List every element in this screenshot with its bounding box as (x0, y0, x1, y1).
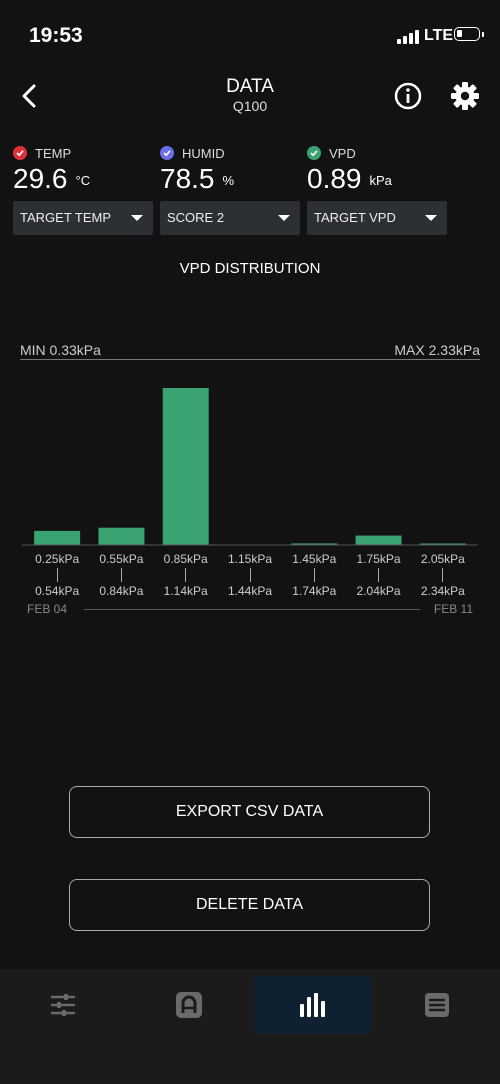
list-icon (425, 993, 449, 1017)
target-vpd-dropdown[interactable]: TARGET VPD (307, 201, 447, 235)
tab-bar (0, 970, 500, 1084)
bin-from: 1.15kPa (227, 552, 273, 566)
range-divider (20, 359, 480, 360)
bin-from: 0.85kPa (163, 552, 208, 566)
sliders-icon (50, 994, 76, 1016)
bin-tick (120, 568, 122, 582)
chart-title: VPD DISTRIBUTION (179, 260, 321, 277)
bin-tick (56, 568, 58, 582)
bin-label: 0.85kPa 1.14kPa (155, 552, 217, 598)
bin-to: 1.74kPa (292, 584, 337, 598)
check-icon (307, 146, 321, 160)
check-icon (160, 146, 174, 160)
bin-from: 1.45kPa (292, 552, 337, 566)
delete-data-button[interactable]: DELETE DATA (69, 879, 430, 931)
network-type: LTE (424, 27, 454, 44)
metric-value: 0.89 (307, 163, 362, 194)
device-name: Q100 (232, 98, 268, 114)
vpd-bar-chart (22, 388, 478, 546)
bin-tick (185, 568, 187, 582)
metric-unit: kPa (369, 173, 392, 189)
bin-label: 2.05kPa 2.34kPa (412, 552, 474, 598)
bin-from: 1.75kPa (356, 552, 401, 566)
date-start: FEB 04 (27, 602, 68, 616)
metric-label: TEMP (35, 145, 72, 161)
metric-unit: % (222, 173, 235, 189)
page-title: DATA (226, 76, 274, 97)
bin-label: 1.45kPa 1.74kPa (283, 552, 345, 598)
bar-chart-icon (300, 993, 325, 1017)
bin-to: 1.14kPa (163, 584, 208, 598)
caret-down-icon (131, 215, 143, 221)
max-vpd-label: MAX 2.33kPa (394, 342, 480, 358)
battery-icon (454, 27, 480, 41)
bin-tick (442, 568, 444, 582)
tab-device[interactable] (130, 976, 248, 1034)
metric-value: 29.6 (13, 163, 68, 194)
tab-controls[interactable] (4, 976, 122, 1034)
check-icon (13, 146, 27, 160)
bin-label: 1.75kPa 2.04kPa (348, 552, 410, 598)
status-bar: 19:53 LTE (0, 0, 500, 70)
status-time: 19:53 (29, 24, 83, 47)
bin-label: 0.25kPa 0.54kPa (26, 552, 88, 598)
bin-tick (313, 568, 315, 582)
dropdown-value: TARGET VPD (314, 210, 396, 225)
bin-tick (249, 568, 251, 582)
date-range-line (84, 609, 420, 610)
bin-to: 2.34kPa (420, 584, 465, 598)
metric-humid: HUMID 78.5% (160, 145, 300, 195)
chart-bar (355, 535, 402, 545)
score-dropdown[interactable]: SCORE 2 (160, 201, 300, 235)
metric-label: VPD (329, 145, 356, 161)
chart-bar (98, 527, 145, 545)
signal-icon (397, 30, 419, 44)
metric-unit: °C (75, 173, 91, 189)
caret-down-icon (425, 215, 437, 221)
metric-label: HUMID (182, 145, 225, 161)
chart-bar (162, 388, 209, 545)
bin-label: 1.15kPa 1.44kPa (219, 552, 281, 598)
chart-bar (34, 530, 81, 545)
gear-icon (451, 82, 479, 110)
bin-to: 1.44kPa (227, 584, 273, 598)
info-icon (394, 82, 422, 110)
target-temp-dropdown[interactable]: TARGET TEMP (13, 201, 153, 235)
bin-label: 0.55kPa 0.84kPa (90, 552, 152, 598)
bin-to: 0.84kPa (99, 584, 144, 598)
min-vpd-label: MIN 0.33kPa (20, 342, 101, 358)
bin-tick (378, 568, 380, 582)
tab-logs[interactable] (378, 976, 496, 1034)
caret-down-icon (278, 215, 290, 221)
dropdown-value: SCORE 2 (167, 210, 225, 225)
settings-button[interactable] (450, 81, 480, 111)
dropdown-value: TARGET TEMP (20, 210, 112, 225)
bin-from: 0.25kPa (35, 552, 80, 566)
metric-vpd: VPD 0.89 kPa (307, 145, 447, 195)
bin-from: 2.05kPa (420, 552, 465, 566)
export-csv-button[interactable]: EXPORT CSV DATA (69, 786, 430, 838)
metric-temp: TEMP 29.6 °C (13, 145, 153, 195)
date-end: FEB 11 (433, 602, 473, 616)
info-button[interactable] (393, 81, 423, 111)
header: DATA Q100 (0, 70, 500, 130)
bin-to: 2.04kPa (356, 584, 401, 598)
bin-to: 0.54kPa (35, 584, 80, 598)
metric-value: 78.5 (160, 163, 215, 194)
tab-data[interactable] (254, 976, 372, 1034)
bin-from: 0.55kPa (99, 552, 144, 566)
device-icon (176, 992, 202, 1018)
